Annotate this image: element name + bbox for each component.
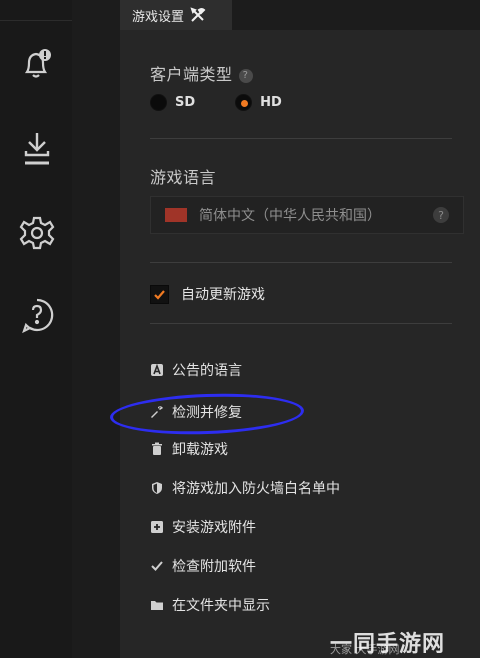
language-select[interactable]: 简体中文（中华人民共和国） ? bbox=[150, 196, 464, 234]
plus-box-icon bbox=[150, 520, 164, 534]
announcement-language-link[interactable]: 公告的语言 bbox=[150, 360, 242, 380]
flag-icon bbox=[165, 208, 187, 222]
folder-icon bbox=[150, 598, 164, 612]
client-type-options: SD HD bbox=[150, 94, 282, 111]
show-in-folder-link[interactable]: 在文件夹中显示 bbox=[150, 595, 270, 615]
separator bbox=[72, 0, 120, 658]
left-rail bbox=[0, 0, 72, 658]
tab-label: 游戏设置 bbox=[132, 9, 185, 25]
radio-sd-label: SD bbox=[175, 95, 196, 110]
auto-update-checkbox[interactable] bbox=[150, 284, 169, 304]
radio-hd-label: HD bbox=[260, 95, 282, 110]
action-label: 公告的语言 bbox=[172, 363, 242, 379]
language-help-icon[interactable]: ? bbox=[433, 207, 449, 223]
radio-sd[interactable]: SD bbox=[150, 94, 195, 111]
tools-icon bbox=[190, 7, 206, 22]
a-letter-icon bbox=[150, 363, 164, 377]
divider bbox=[150, 138, 452, 139]
radio-sd-dot[interactable] bbox=[150, 94, 167, 111]
install-addons-link[interactable]: 安装游戏附件 bbox=[150, 517, 256, 537]
check-addons-link[interactable]: 检查附加软件 bbox=[150, 556, 256, 576]
settings-icon[interactable] bbox=[14, 210, 60, 256]
trash-icon bbox=[150, 442, 164, 456]
game-language-label: 游戏语言 bbox=[150, 168, 217, 187]
radio-hd-dot[interactable] bbox=[235, 94, 253, 111]
help-icon[interactable] bbox=[14, 292, 60, 338]
action-label: 将游戏加入防火墙白名单中 bbox=[172, 481, 340, 497]
notification-icon[interactable] bbox=[14, 42, 60, 88]
divider bbox=[150, 323, 452, 324]
divider bbox=[150, 262, 452, 263]
action-label: 卸载游戏 bbox=[172, 442, 228, 458]
shield-icon bbox=[150, 481, 164, 495]
auto-update-label: 自动更新游戏 bbox=[181, 287, 265, 303]
radio-hd[interactable]: HD bbox=[235, 94, 282, 111]
auto-update-option[interactable]: 自动更新游戏 bbox=[150, 284, 265, 304]
watermark-sub: 大家 大手游网 bbox=[330, 643, 400, 656]
action-label: 检查附加软件 bbox=[172, 559, 256, 575]
uninstall-game-link[interactable]: 卸载游戏 bbox=[150, 439, 228, 459]
tab-game-settings[interactable]: 游戏设置 bbox=[120, 0, 232, 30]
action-label: 安装游戏附件 bbox=[172, 520, 256, 536]
rail-divider bbox=[0, 20, 72, 21]
download-icon[interactable] bbox=[14, 124, 60, 170]
language-value: 简体中文（中华人民共和国） bbox=[199, 208, 381, 224]
client-type-label: 客户端类型 bbox=[150, 65, 233, 84]
check-icon bbox=[150, 559, 164, 573]
client-type-heading: 客户端类型? bbox=[150, 61, 253, 85]
client-type-help-icon[interactable]: ? bbox=[238, 68, 253, 83]
firewall-whitelist-link[interactable]: 将游戏加入防火墙白名单中 bbox=[150, 478, 340, 498]
action-label: 在文件夹中显示 bbox=[172, 598, 270, 614]
